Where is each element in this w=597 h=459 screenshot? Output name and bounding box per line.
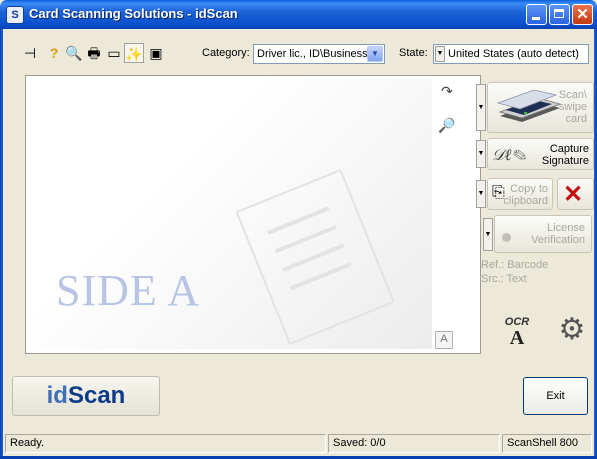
category-value: Driver lic., ID\Business c [257,48,377,60]
status-dot-icon [502,233,511,242]
src-text-text: Src.: Text [481,273,527,285]
scan-swipe-label: Scan\ swipe card [558,89,587,125]
status-bar: Ready. Saved: 0/0 ScanShell 800 [3,432,594,454]
license-options-dropdown[interactable]: ▼ [483,218,493,251]
state-value: United States (auto detect) [448,48,579,60]
state-select[interactable]: United States (auto detect) [433,44,589,64]
scan-settings-icon[interactable]: ▣ [146,43,166,63]
scanner-icon [496,89,562,122]
category-dropdown-arrow[interactable]: ▼ [367,46,383,62]
document-watermark-icon [235,155,430,350]
zoom-icon[interactable]: 🔎 [436,114,458,136]
minimize-button[interactable] [526,4,547,25]
state-dropdown-arrow[interactable]: ▼ [435,46,445,62]
ocr-icon[interactable]: OCR A [497,316,537,356]
copy-options-dropdown[interactable]: ▼ [476,180,486,208]
scan-image-area[interactable]: SIDE A [28,78,432,349]
settings-gear-icon[interactable]: ⚙ [552,312,592,352]
delete-x-icon: ✕ [563,181,584,208]
app-icon[interactable]: S [6,6,24,24]
copy-clipboard-button[interactable]: ⎘ Copy to clipboard [487,178,553,210]
pin-icon[interactable]: ⊣ [20,43,40,63]
license-verification-label: License Verification [531,222,585,246]
magic-wand-icon[interactable]: ✨ [124,43,144,63]
side-a-label: SIDE A [56,266,201,315]
minimize-icon [527,5,546,24]
capture-signature-label: Capture Signature [541,143,589,167]
ref-barcode-text: Ref.: Barcode [481,259,549,271]
close-button[interactable]: ✕ [572,4,593,25]
card-icon[interactable]: ▭ [104,43,124,63]
close-icon: ✕ [576,6,589,23]
scan-swipe-button[interactable]: Scan\ swipe card [487,82,594,133]
preview-icon[interactable]: 🔍 [64,43,84,63]
license-verification-button[interactable]: License Verification [494,215,592,253]
category-label: Category: [202,47,250,59]
capture-signature-button[interactable]: 𝒟ℓ✎ Capture Signature [487,138,594,170]
maximize-button[interactable] [549,4,570,25]
window-title: Card Scanning Solutions - idScan [29,6,238,21]
title-bar[interactable]: S Card Scanning Solutions - idScan ✕ [0,0,597,29]
capture-options-dropdown[interactable]: ▼ [476,140,486,168]
idscan-logo-button[interactable]: idScan [12,376,160,416]
exit-button[interactable]: Exit [523,377,588,415]
state-label: State: [399,47,428,59]
text-toggle-button[interactable]: A [435,331,453,349]
status-device: ScanShell 800 [502,434,592,453]
maximize-icon [550,5,569,24]
rotate-icon[interactable]: ↷ [436,80,458,102]
copy-clipboard-label: Copy to clipboard [503,183,548,207]
print-icon[interactable]: 🖶 [84,43,104,63]
help-icon[interactable]: ? [44,43,64,63]
status-ready: Ready. [5,434,326,453]
signature-pen-icon: 𝒟ℓ✎ [492,147,527,164]
scan-options-dropdown[interactable]: ▼ [476,84,486,131]
main-panel: ⊣ ? 🔍 🖶 ▭ ✨ ▣ Category: Driver lic., ID\… [3,29,594,456]
category-select[interactable]: Driver lic., ID\Business c [253,44,385,64]
delete-button[interactable]: ✕ [557,178,594,210]
scan-preview-frame: SIDE A ↷ 🔎 A [25,75,481,354]
status-saved: Saved: 0/0 [328,434,500,453]
